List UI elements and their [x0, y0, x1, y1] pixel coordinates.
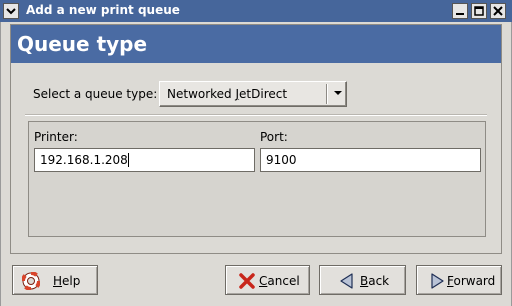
- queue-type-label: Select a queue type:: [33, 87, 158, 101]
- maximize-icon[interactable]: [471, 3, 487, 19]
- select-divider: [326, 84, 327, 104]
- page-header: Queue type: [11, 25, 501, 63]
- right-arrow-icon: [431, 273, 444, 289]
- red-x-icon: [239, 273, 255, 289]
- queue-type-select[interactable]: Networked JetDirect: [159, 81, 347, 107]
- left-arrow-icon: [340, 273, 353, 289]
- help-button-label: Help: [53, 274, 81, 288]
- back-button-label: Back: [360, 274, 390, 288]
- minimize-icon[interactable]: [452, 3, 468, 19]
- port-value: 9100: [266, 153, 297, 167]
- port-label: Port:: [260, 130, 288, 144]
- port-input[interactable]: 9100: [260, 148, 481, 172]
- window-menu-icon[interactable]: [3, 3, 19, 19]
- printer-value: 192.168.1.208: [40, 153, 128, 167]
- forward-button-label: Forward: [447, 274, 496, 288]
- page-title: Queue type: [17, 32, 148, 56]
- help-button[interactable]: Help: [12, 265, 98, 295]
- chevron-down-icon: [334, 91, 342, 95]
- window-titlebar[interactable]: Add a new print queue: [0, 0, 512, 23]
- wizard-page: Queue type Select a queue type: Networke…: [10, 24, 502, 254]
- dialog-body: Queue type Select a queue type: Networke…: [0, 22, 512, 306]
- printer-input[interactable]: 192.168.1.208: [34, 148, 255, 172]
- text-caret: [127, 153, 129, 167]
- help-lifebuoy-icon: [22, 272, 40, 290]
- back-button[interactable]: Back: [319, 265, 406, 295]
- close-icon[interactable]: [490, 3, 506, 19]
- cancel-button[interactable]: Cancel: [225, 265, 310, 295]
- queue-type-selected-value: Networked JetDirect: [167, 87, 288, 101]
- forward-button[interactable]: Forward: [416, 265, 502, 295]
- separator: [25, 114, 487, 115]
- cancel-button-label: Cancel: [259, 274, 300, 288]
- connection-fields-panel: Printer: 192.168.1.208 Port: 9100: [28, 121, 486, 237]
- printer-label: Printer:: [34, 130, 78, 144]
- window-title: Add a new print queue: [26, 3, 180, 17]
